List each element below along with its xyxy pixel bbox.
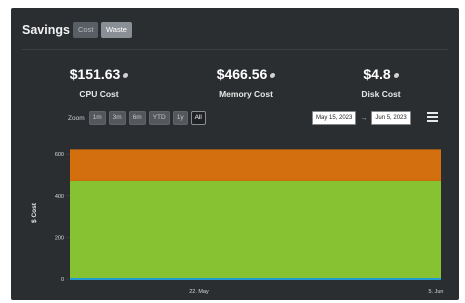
y-tick-label: 600 [55, 152, 64, 158]
zoom-1m-button[interactable]: 1m [88, 111, 106, 125]
date-range: May 15, 2023 → Jun 5, 2023 [312, 111, 411, 125]
cpu-cost-value: $151.63 [69, 66, 121, 82]
zoom-label: Zoom [68, 114, 85, 122]
chart-y-ticks: 0 200 400 600 [55, 152, 64, 283]
chart-areas [70, 149, 441, 281]
zoom-ytd-button[interactable]: YTD [148, 111, 170, 125]
memory-cost-value: $466.56 [216, 66, 268, 82]
edit-icon[interactable] [269, 72, 276, 78]
x-tick-label: 22. May [189, 289, 209, 295]
hamburger-menu-icon[interactable] [425, 109, 440, 124]
panel-header: Savings Cost Waste [11, 8, 459, 50]
disk-cost-label: Disk Cost [361, 89, 401, 99]
zoom-1y-button[interactable]: 1y [172, 111, 188, 125]
memory-cost-metric: $466.56 Memory Cost [186, 66, 306, 99]
y-tick-label: 400 [55, 194, 64, 200]
chart-x-ticks: 22. May 5. Jun [189, 289, 443, 295]
cpu-cost-label: CPU Cost [79, 89, 119, 99]
zoom-3m-button[interactable]: 3m [108, 111, 126, 125]
header-divider [22, 49, 448, 50]
date-from-input[interactable]: May 15, 2023 [312, 111, 357, 125]
disk-cost-value: $4.8 [363, 66, 391, 82]
cost-chart: 0 200 400 600 22. May 5. Jun $ Cost [31, 149, 443, 295]
cost-toggle-button[interactable]: Cost [73, 22, 99, 38]
zoom-controls: Zoom 1m 3m 6m YTD 1y All [68, 111, 209, 125]
memory-cost-label: Memory Cost [219, 89, 273, 99]
edit-icon[interactable] [122, 72, 129, 78]
edit-icon[interactable] [393, 72, 400, 78]
y-axis-label: $ Cost [31, 202, 38, 223]
x-tick-label: 5. Jun [429, 289, 444, 295]
zoom-all-button[interactable]: All [190, 111, 206, 125]
area-series-1 [70, 180, 441, 279]
cpu-cost-metric: $151.63 CPU Cost [49, 66, 149, 99]
zoom-6m-button[interactable]: 6m [128, 111, 146, 125]
savings-panel: Savings Cost Waste $151.63 CPU Cost $466… [11, 8, 459, 300]
waste-toggle-button[interactable]: Waste [101, 22, 132, 38]
area-series-2 [70, 149, 441, 181]
range-arrow: → [360, 114, 368, 122]
date-to-input[interactable]: Jun 5, 2023 [371, 111, 411, 125]
panel-title: Savings [22, 23, 70, 37]
disk-cost-metric: $4.8 Disk Cost [341, 66, 421, 99]
y-tick-label: 200 [55, 235, 64, 241]
y-tick-label: 0 [61, 277, 64, 283]
area-series-0 [70, 278, 441, 281]
